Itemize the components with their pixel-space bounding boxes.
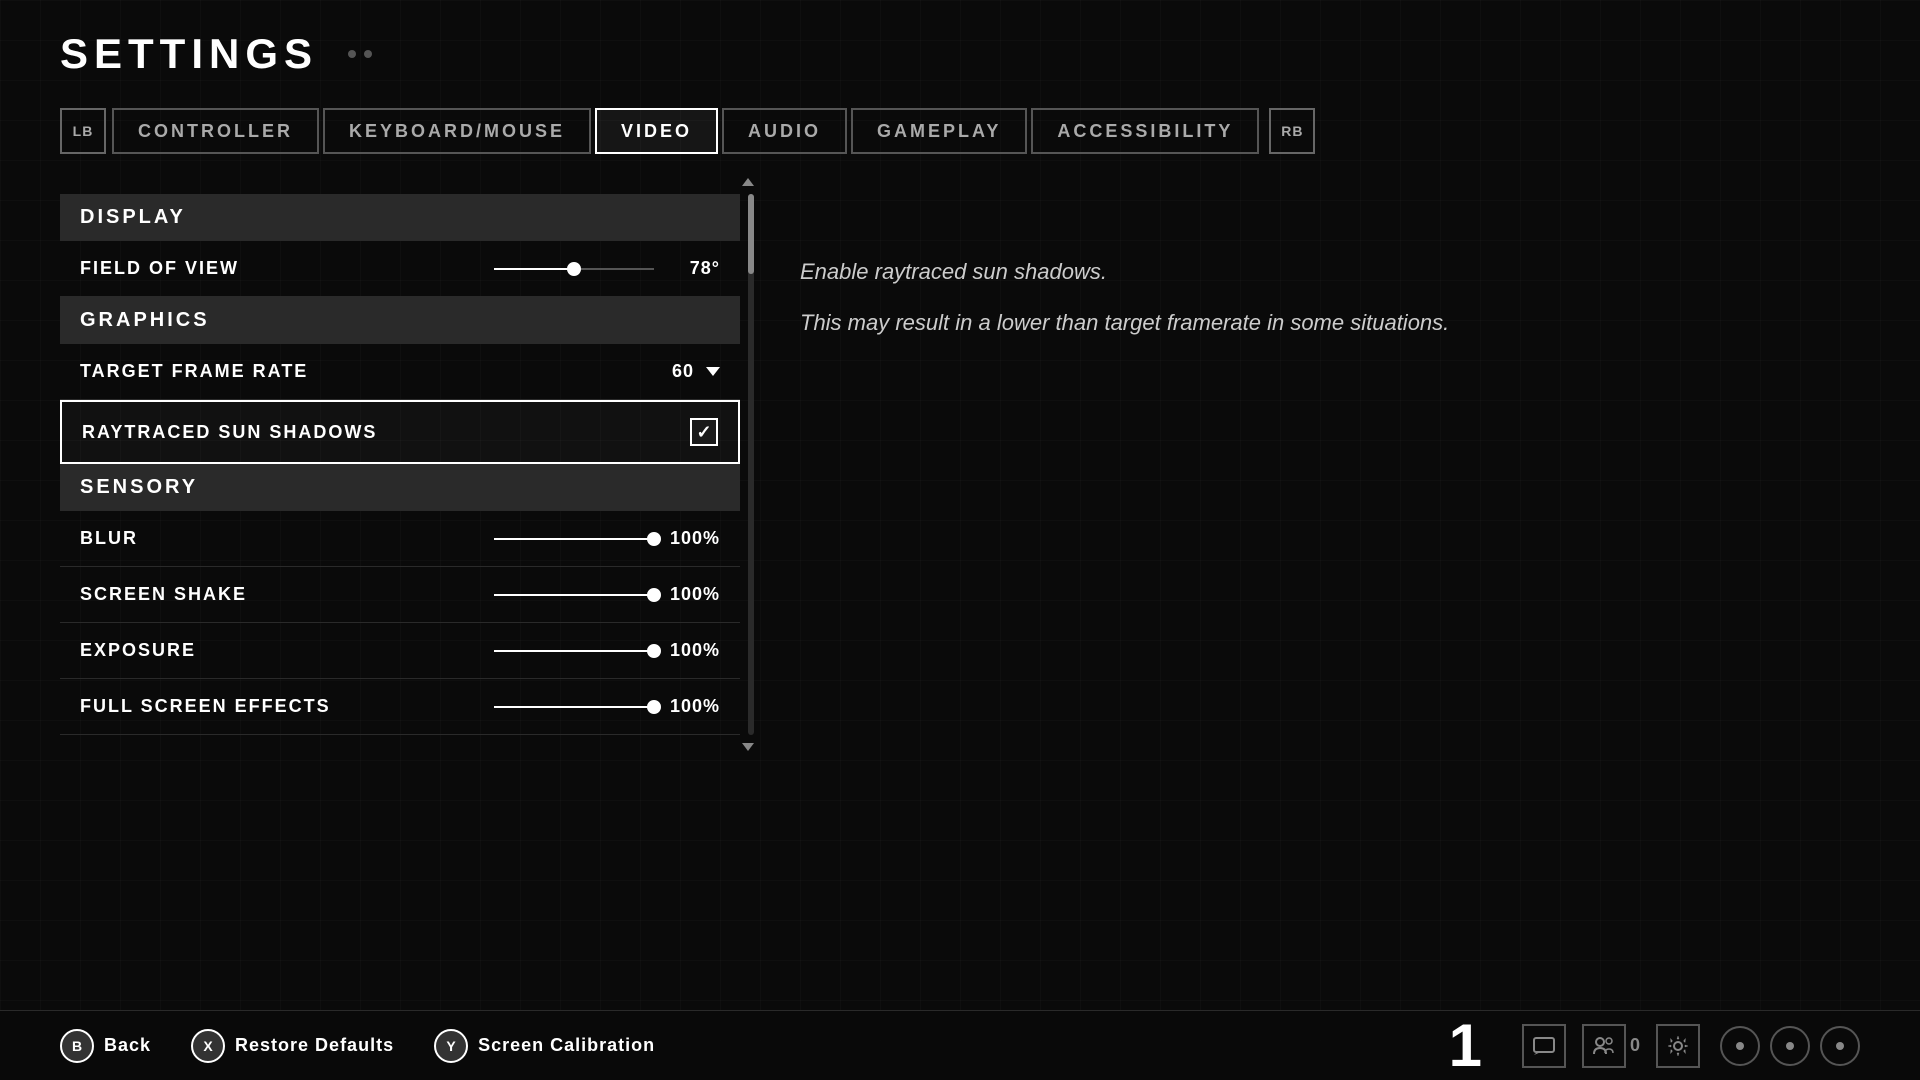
setting-field-of-view[interactable]: FIELD OF VIEW 78° [60, 241, 740, 297]
settings-panel: DISPLAY FIELD OF VIEW 78° GRAPHICS TARGE… [60, 194, 740, 735]
people-status: 0 [1582, 1024, 1640, 1068]
rss-checkbox[interactable]: ✓ [690, 418, 718, 446]
tab-keyboard[interactable]: KEYBOARD/MOUSE [323, 108, 591, 154]
gear-icon-button[interactable] [1656, 1024, 1700, 1068]
scrollbar-track [748, 194, 754, 735]
tfr-dropdown-arrow [706, 367, 720, 376]
tfr-label: TARGET FRAME RATE [80, 361, 308, 382]
section-sensory-header: SENSORY [60, 464, 740, 511]
bottom-bar: B Back X Restore Defaults Y Screen Calib… [0, 1010, 1920, 1080]
restore-label: Restore Defaults [235, 1035, 394, 1056]
chat-icon-button[interactable] [1522, 1024, 1566, 1068]
fse-slider-thumb[interactable] [647, 700, 661, 714]
blur-slider-container[interactable]: 100% [494, 528, 720, 549]
fse-slider-container[interactable]: 100% [494, 696, 720, 717]
tab-video[interactable]: VIDEO [595, 108, 718, 154]
circle-btn-3[interactable] [1820, 1026, 1860, 1066]
ss-slider-fill [494, 594, 654, 596]
tab-audio[interactable]: AUDIO [722, 108, 847, 154]
rss-label: RAYTRACED SUN SHADOWS [82, 422, 377, 443]
exp-value: 100% [670, 640, 720, 661]
restore-button-icon: X [191, 1029, 225, 1063]
scroll-arrow-down[interactable] [742, 743, 754, 751]
ss-slider-thumb[interactable] [647, 588, 661, 602]
lb-button[interactable]: LB [60, 108, 106, 154]
circle-btn-2[interactable] [1770, 1026, 1810, 1066]
exp-slider-container[interactable]: 100% [494, 640, 720, 661]
controller-buttons [1720, 1026, 1860, 1066]
restore-defaults-action[interactable]: X Restore Defaults [191, 1029, 394, 1063]
rb-button[interactable]: RB [1269, 108, 1315, 154]
fov-slider-thumb[interactable] [567, 262, 581, 276]
main-container: SETTINGS LB CONTROLLER KEYBOARD/MOUSE VI… [0, 0, 1920, 1080]
back-button-icon: B [60, 1029, 94, 1063]
dot-2 [364, 50, 372, 58]
blur-slider-thumb[interactable] [647, 532, 661, 546]
bottom-right: 1 [1449, 1016, 1860, 1076]
people-icon-button[interactable] [1582, 1024, 1626, 1068]
exp-slider-track[interactable] [494, 650, 654, 652]
fov-value: 78° [670, 258, 720, 279]
fse-value: 100% [670, 696, 720, 717]
ss-label: SCREEN SHAKE [80, 584, 247, 605]
player-number: 1 [1449, 1016, 1482, 1076]
chat-icon [1533, 1037, 1555, 1055]
section-graphics-header: GRAPHICS [60, 297, 740, 344]
ss-slider-container[interactable]: 100% [494, 584, 720, 605]
rss-checkbox-check: ✓ [696, 422, 711, 443]
dot-1 [348, 50, 356, 58]
page-title: SETTINGS [60, 30, 318, 78]
scroll-arrow-up[interactable] [742, 178, 754, 186]
setting-raytraced-sun-shadows[interactable]: RAYTRACED SUN SHADOWS ✓ [60, 400, 740, 464]
setting-exposure[interactable]: EXPOSURE 100% [60, 623, 740, 679]
people-count: 0 [1630, 1035, 1640, 1056]
blur-slider-track[interactable] [494, 538, 654, 540]
section-display-header: DISPLAY [60, 194, 740, 241]
description-text: Enable raytraced sun shadows. This may r… [800, 254, 1860, 340]
exp-slider-thumb[interactable] [647, 644, 661, 658]
fov-slider-container[interactable]: 78° [494, 258, 720, 279]
exp-slider-fill [494, 650, 654, 652]
header: SETTINGS [60, 30, 1860, 78]
fov-slider-track[interactable] [494, 268, 654, 270]
people-icon [1592, 1036, 1616, 1056]
screen-calibration-action[interactable]: Y Screen Calibration [434, 1029, 655, 1063]
bottom-status-icons: 0 [1522, 1024, 1700, 1068]
setting-full-screen-effects[interactable]: FULL SCREEN EFFECTS 100% [60, 679, 740, 735]
nav-tabs: LB CONTROLLER KEYBOARD/MOUSE VIDEO AUDIO… [60, 108, 1860, 154]
fse-slider-fill [494, 706, 654, 708]
setting-blur[interactable]: BLUR 100% [60, 511, 740, 567]
setting-target-frame-rate[interactable]: TARGET FRAME RATE 60 [60, 344, 740, 400]
setting-screen-shake[interactable]: SCREEN SHAKE 100% [60, 567, 740, 623]
tab-controller[interactable]: CONTROLLER [112, 108, 319, 154]
tab-gameplay[interactable]: GAMEPLAY [851, 108, 1027, 154]
exp-label: EXPOSURE [80, 640, 196, 661]
back-label: Back [104, 1035, 151, 1056]
calibration-button-icon: Y [434, 1029, 468, 1063]
scrollbar-thumb[interactable] [748, 194, 754, 274]
fov-slider-fill [494, 268, 574, 270]
header-decoration [348, 50, 372, 58]
description-panel: Enable raytraced sun shadows. This may r… [800, 194, 1860, 376]
fse-label: FULL SCREEN EFFECTS [80, 696, 331, 717]
tab-accessibility[interactable]: ACCESSIBILITY [1031, 108, 1259, 154]
calibration-label: Screen Calibration [478, 1035, 655, 1056]
tfr-dropdown[interactable]: 60 [672, 361, 720, 382]
ss-value: 100% [670, 584, 720, 605]
ss-slider-track[interactable] [494, 594, 654, 596]
blur-slider-fill [494, 538, 654, 540]
gear-icon [1667, 1035, 1689, 1057]
blur-value: 100% [670, 528, 720, 549]
bottom-actions: B Back X Restore Defaults Y Screen Calib… [60, 1029, 655, 1063]
content-area: DISPLAY FIELD OF VIEW 78° GRAPHICS TARGE… [60, 194, 1860, 735]
fov-label: FIELD OF VIEW [80, 258, 239, 279]
description-line2: This may result in a lower than target f… [800, 305, 1860, 340]
back-action[interactable]: B Back [60, 1029, 151, 1063]
description-line1: Enable raytraced sun shadows. [800, 254, 1860, 289]
blur-label: BLUR [80, 528, 138, 549]
fse-slider-track[interactable] [494, 706, 654, 708]
tfr-value: 60 [672, 361, 694, 382]
circle-btn-1[interactable] [1720, 1026, 1760, 1066]
